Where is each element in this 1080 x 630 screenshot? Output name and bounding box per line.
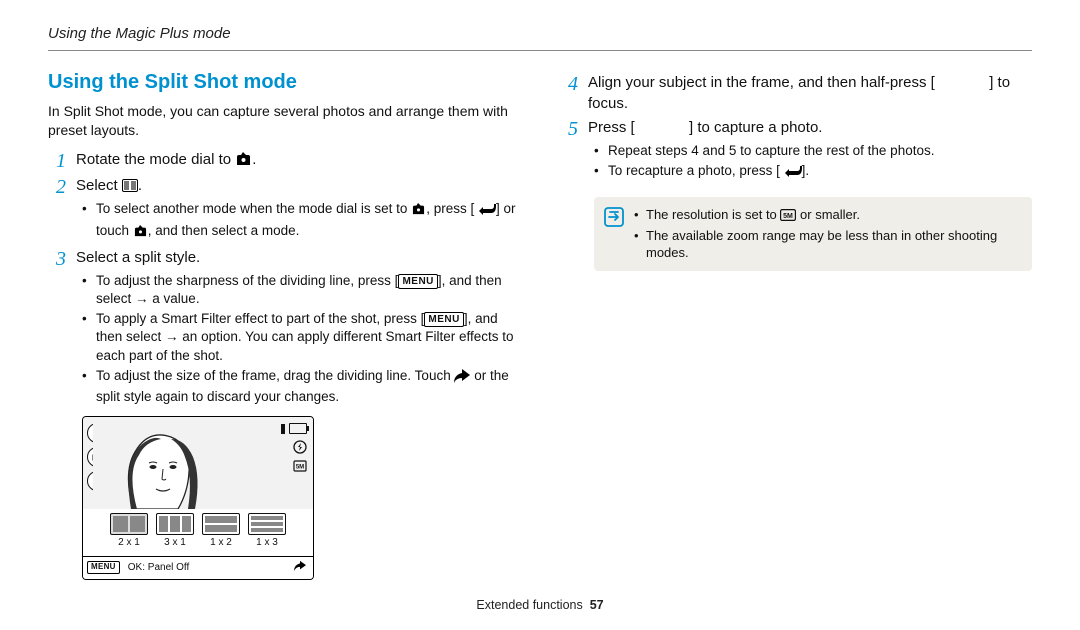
menu-button-icon: MENU bbox=[87, 561, 120, 574]
step-5-text: Press [ bbox=[588, 119, 635, 136]
list-item: To select another mode when the mode dia… bbox=[82, 200, 520, 241]
resolution-5m-icon: 5M bbox=[780, 208, 796, 226]
split-style-row: 2 x 1 3 x 1 1 x 2 1 x 3 bbox=[83, 509, 313, 556]
breadcrumb: Using the Magic Plus mode bbox=[48, 24, 1032, 44]
list-item: Repeat steps 4 and 5 to capture the rest… bbox=[594, 142, 1032, 160]
face-illustration bbox=[93, 417, 213, 509]
step-3-text: Select a split style. bbox=[76, 248, 200, 268]
page-footer: Extended functions 57 bbox=[0, 597, 1080, 614]
step-number: 2 bbox=[48, 176, 66, 198]
step-4: 4 Align your subject in the frame, and t… bbox=[560, 73, 1032, 114]
mode-dial-small-icon bbox=[133, 224, 148, 242]
list-item: The resolution is set to 5M or smaller. bbox=[634, 206, 1022, 226]
mode-dial-icon bbox=[411, 202, 426, 220]
list-item: To recapture a photo, press [ ]. bbox=[594, 162, 1032, 183]
header-rule bbox=[48, 50, 1032, 51]
svg-text:5M: 5M bbox=[296, 465, 304, 471]
step-2-text-end: . bbox=[138, 177, 142, 194]
screenshot-footer: MENU OK: Panel Off bbox=[83, 556, 313, 579]
step-number: 1 bbox=[48, 150, 66, 172]
split-shot-icon bbox=[122, 179, 138, 192]
flash-mode-icon bbox=[293, 440, 307, 454]
return-icon bbox=[784, 165, 802, 183]
signal-icon bbox=[281, 424, 285, 434]
style-1x2: 1 x 2 bbox=[201, 513, 241, 550]
list-item: To adjust the sharpness of the dividing … bbox=[82, 272, 520, 308]
note-icon bbox=[604, 207, 624, 263]
note-box: The resolution is set to 5M or smaller. … bbox=[594, 197, 1032, 271]
panel-off-label: OK: Panel Off bbox=[128, 561, 293, 575]
step-5-sublist: Repeat steps 4 and 5 to capture the rest… bbox=[594, 142, 1032, 183]
step-5: 5 Press [ ] to capture a photo. bbox=[560, 118, 1032, 140]
style-2x1: 2 x 1 bbox=[109, 513, 149, 550]
battery-icon bbox=[289, 423, 307, 434]
section-intro: In Split Shot mode, you can capture seve… bbox=[48, 102, 520, 140]
step-2: 2 Select . bbox=[48, 176, 520, 198]
step-number: 4 bbox=[560, 73, 578, 95]
step-2-text: Select bbox=[76, 177, 122, 194]
style-1x3: 1 x 3 bbox=[247, 513, 287, 550]
camera-screenshot: 5M 2 x 1 3 x 1 1 x 2 bbox=[82, 416, 314, 580]
step-number: 5 bbox=[560, 118, 578, 140]
section-title: Using the Split Shot mode bbox=[48, 69, 520, 96]
svg-text:5M: 5M bbox=[784, 213, 794, 220]
step-5-text-end: ] to capture a photo. bbox=[689, 119, 822, 136]
step-1: 1 Rotate the mode dial to . bbox=[48, 150, 520, 172]
style-3x1: 3 x 1 bbox=[155, 513, 195, 550]
menu-button-icon: MENU bbox=[398, 274, 437, 289]
step-2-sublist: To select another mode when the mode dia… bbox=[82, 200, 520, 241]
page-number: 57 bbox=[590, 598, 604, 612]
footer-section: Extended functions bbox=[476, 598, 582, 612]
list-item: To apply a Smart Filter effect to part o… bbox=[82, 310, 520, 365]
share-arrow-icon bbox=[293, 560, 307, 577]
mode-dial-icon bbox=[235, 152, 252, 172]
list-item: To adjust the size of the frame, drag th… bbox=[82, 367, 520, 406]
step-3-sublist: To adjust the sharpness of the dividing … bbox=[82, 272, 520, 407]
left-column: Using the Split Shot mode In Split Shot … bbox=[48, 69, 520, 580]
step-3: 3 Select a split style. bbox=[48, 248, 520, 270]
menu-button-icon: MENU bbox=[424, 312, 463, 327]
list-item: The available zoom range may be less tha… bbox=[634, 227, 1022, 262]
step-number: 3 bbox=[48, 248, 66, 270]
step-4-text: Align your subject in the frame, and the… bbox=[588, 74, 935, 91]
right-column: 4 Align your subject in the frame, and t… bbox=[560, 69, 1032, 580]
step-1-text: Rotate the mode dial to bbox=[76, 151, 235, 168]
share-arrow-icon bbox=[454, 369, 470, 388]
step-1-text-end: . bbox=[252, 151, 256, 168]
resolution-icon: 5M bbox=[293, 460, 307, 472]
return-icon bbox=[478, 203, 496, 221]
